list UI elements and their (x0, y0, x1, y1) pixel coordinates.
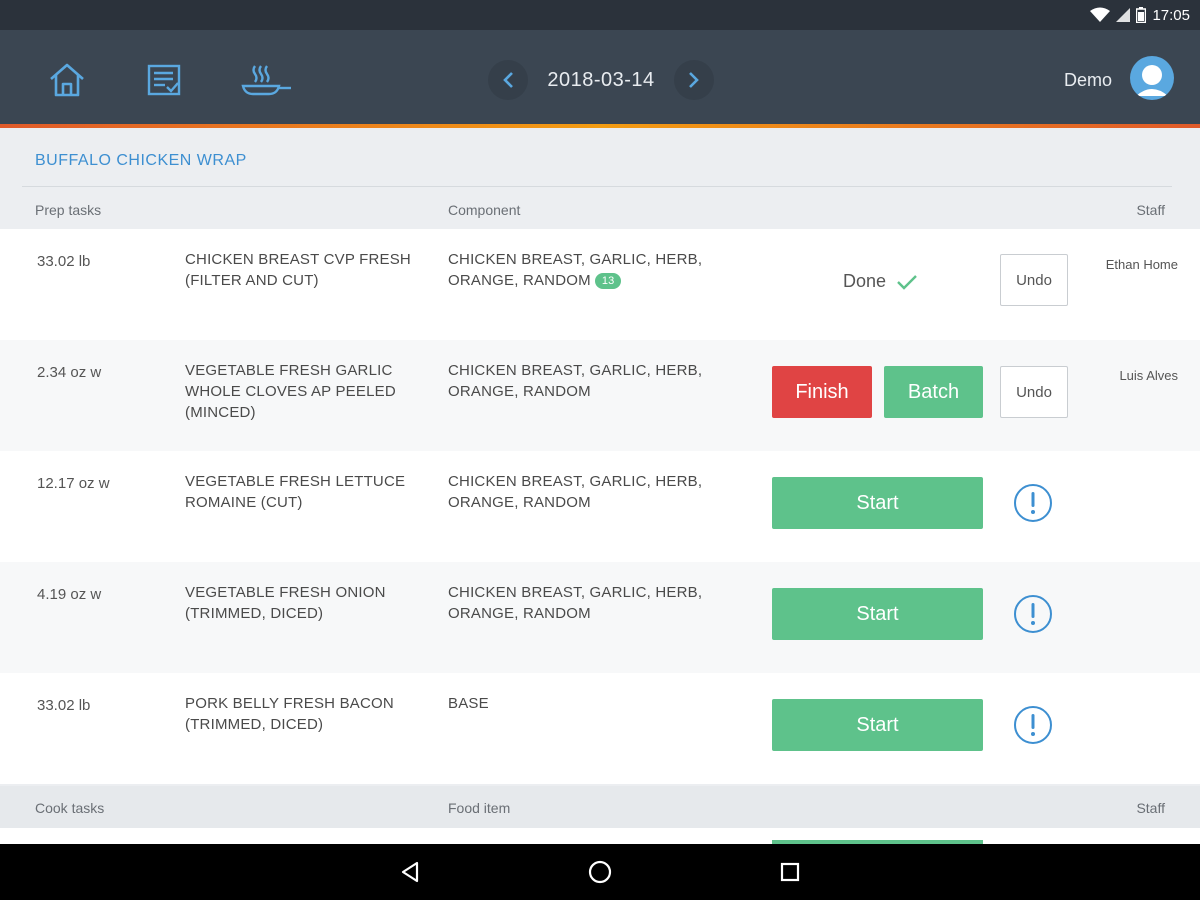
home-circle-icon[interactable] (586, 858, 614, 886)
row-component: CHICKEN BREAST, GARLIC, HERB, ORANGE, RA… (448, 362, 703, 400)
table-row: 2.34 oz w VEGETABLE FRESH GARLIC WHOLE C… (0, 340, 1200, 451)
recents-icon[interactable] (776, 858, 804, 886)
cook-tasks-header-row: Cook tasks Food item Staff (0, 786, 1200, 828)
cooking-pan-icon[interactable] (240, 58, 294, 102)
start-button[interactable]: Start (772, 699, 983, 751)
back-icon[interactable] (396, 858, 424, 886)
row-task: VEGETABLE FRESH LETTUCE ROMAINE (CUT) (185, 473, 406, 511)
table-row: 12.17 oz w VEGETABLE FRESH LETTUCE ROMAI… (0, 451, 1200, 562)
row-component: CHICKEN BREAST, GARLIC, HERB, ORANGE, RA… (448, 249, 728, 291)
row-quantity: 12.17 oz w (37, 475, 110, 492)
wifi-icon (1090, 7, 1111, 22)
table-row: 4.19 oz w VEGETABLE FRESH ONION (TRIMMED… (0, 562, 1200, 673)
table-row: 33.02 lb PORK BELLY FRESH BACON (TRIMMED… (0, 673, 1200, 784)
header-accent-line (0, 124, 1200, 128)
checkmark-icon (897, 274, 917, 290)
row-task: VEGETABLE FRESH GARLIC WHOLE CLOVES AP P… (185, 362, 396, 421)
recipe-title: BUFFALO CHICKEN WRAP (35, 152, 247, 169)
row-quantity: 33.02 lb (37, 253, 91, 270)
person-icon (1131, 57, 1173, 99)
table-row: 33.02 lb CHICKEN BREAST CVP FRESH (FILTE… (0, 229, 1200, 340)
row-task: VEGETABLE FRESH ONION (TRIMMED, DICED) (185, 584, 386, 622)
current-date: 2018-03-14 (547, 68, 655, 91)
cook-staff-header: Staff (1136, 800, 1165, 816)
staff-name: Luis Alves (1119, 368, 1178, 383)
user-name[interactable]: Demo (1064, 70, 1112, 91)
batch-button[interactable]: Batch (884, 366, 983, 418)
status-icons: 17:05 (1090, 5, 1190, 25)
undo-button[interactable]: Undo (1000, 366, 1068, 418)
start-button[interactable]: Start (772, 588, 983, 640)
row-component: BASE (448, 695, 489, 712)
home-icon[interactable] (45, 58, 89, 102)
row-component: CHICKEN BREAST, GARLIC, HERB, ORANGE, RA… (448, 473, 703, 511)
next-date-button[interactable] (674, 60, 714, 100)
info-alert-icon[interactable] (1013, 705, 1053, 745)
divider (22, 186, 1172, 187)
signal-icon (1116, 8, 1131, 22)
food-item-header: Food item (448, 800, 511, 816)
row-quantity: 33.02 lb (37, 697, 91, 714)
component-header: Component (448, 202, 521, 218)
staff-name: Ethan Home (1105, 257, 1178, 272)
date-selector: 2018-03-14 (488, 58, 714, 102)
prep-tasks-header: Prep tasks (35, 202, 102, 218)
cook-table-row (0, 828, 1200, 844)
chevron-right-icon (689, 72, 699, 88)
info-alert-icon[interactable] (1013, 483, 1053, 523)
row-quantity: 2.34 oz w (37, 364, 102, 381)
undo-button[interactable]: Undo (1000, 254, 1068, 306)
row-component: CHICKEN BREAST, GARLIC, HERB, ORANGE, RA… (448, 584, 703, 622)
checklist-icon[interactable] (142, 58, 186, 102)
row-task: CHICKEN BREAST CVP FRESH (FILTER AND CUT… (185, 251, 411, 289)
status-time: 17:05 (1152, 6, 1190, 24)
component-text: CHICKEN BREAST, GARLIC, HERB, ORANGE, RA… (448, 251, 703, 289)
done-label: Done (843, 271, 887, 291)
row-task: PORK BELLY FRESH BACON (TRIMMED, DICED) (185, 695, 394, 733)
app-header: 2018-03-14 Demo (0, 30, 1200, 124)
chevron-left-icon (503, 72, 513, 88)
info-alert-icon[interactable] (1013, 594, 1053, 634)
status-bar: 17:05 (0, 0, 1200, 30)
done-status: Done (843, 271, 918, 292)
cook-tasks-header: Cook tasks (35, 800, 105, 816)
user-avatar[interactable] (1130, 56, 1174, 100)
previous-date-button[interactable] (488, 60, 528, 100)
count-badge: 13 (594, 273, 622, 290)
battery-icon (1136, 7, 1147, 23)
row-quantity: 4.19 oz w (37, 586, 102, 603)
start-button[interactable]: Start (772, 477, 983, 529)
staff-header: Staff (1136, 202, 1165, 218)
system-nav-bar (0, 844, 1200, 900)
finish-button[interactable]: Finish (772, 366, 872, 418)
